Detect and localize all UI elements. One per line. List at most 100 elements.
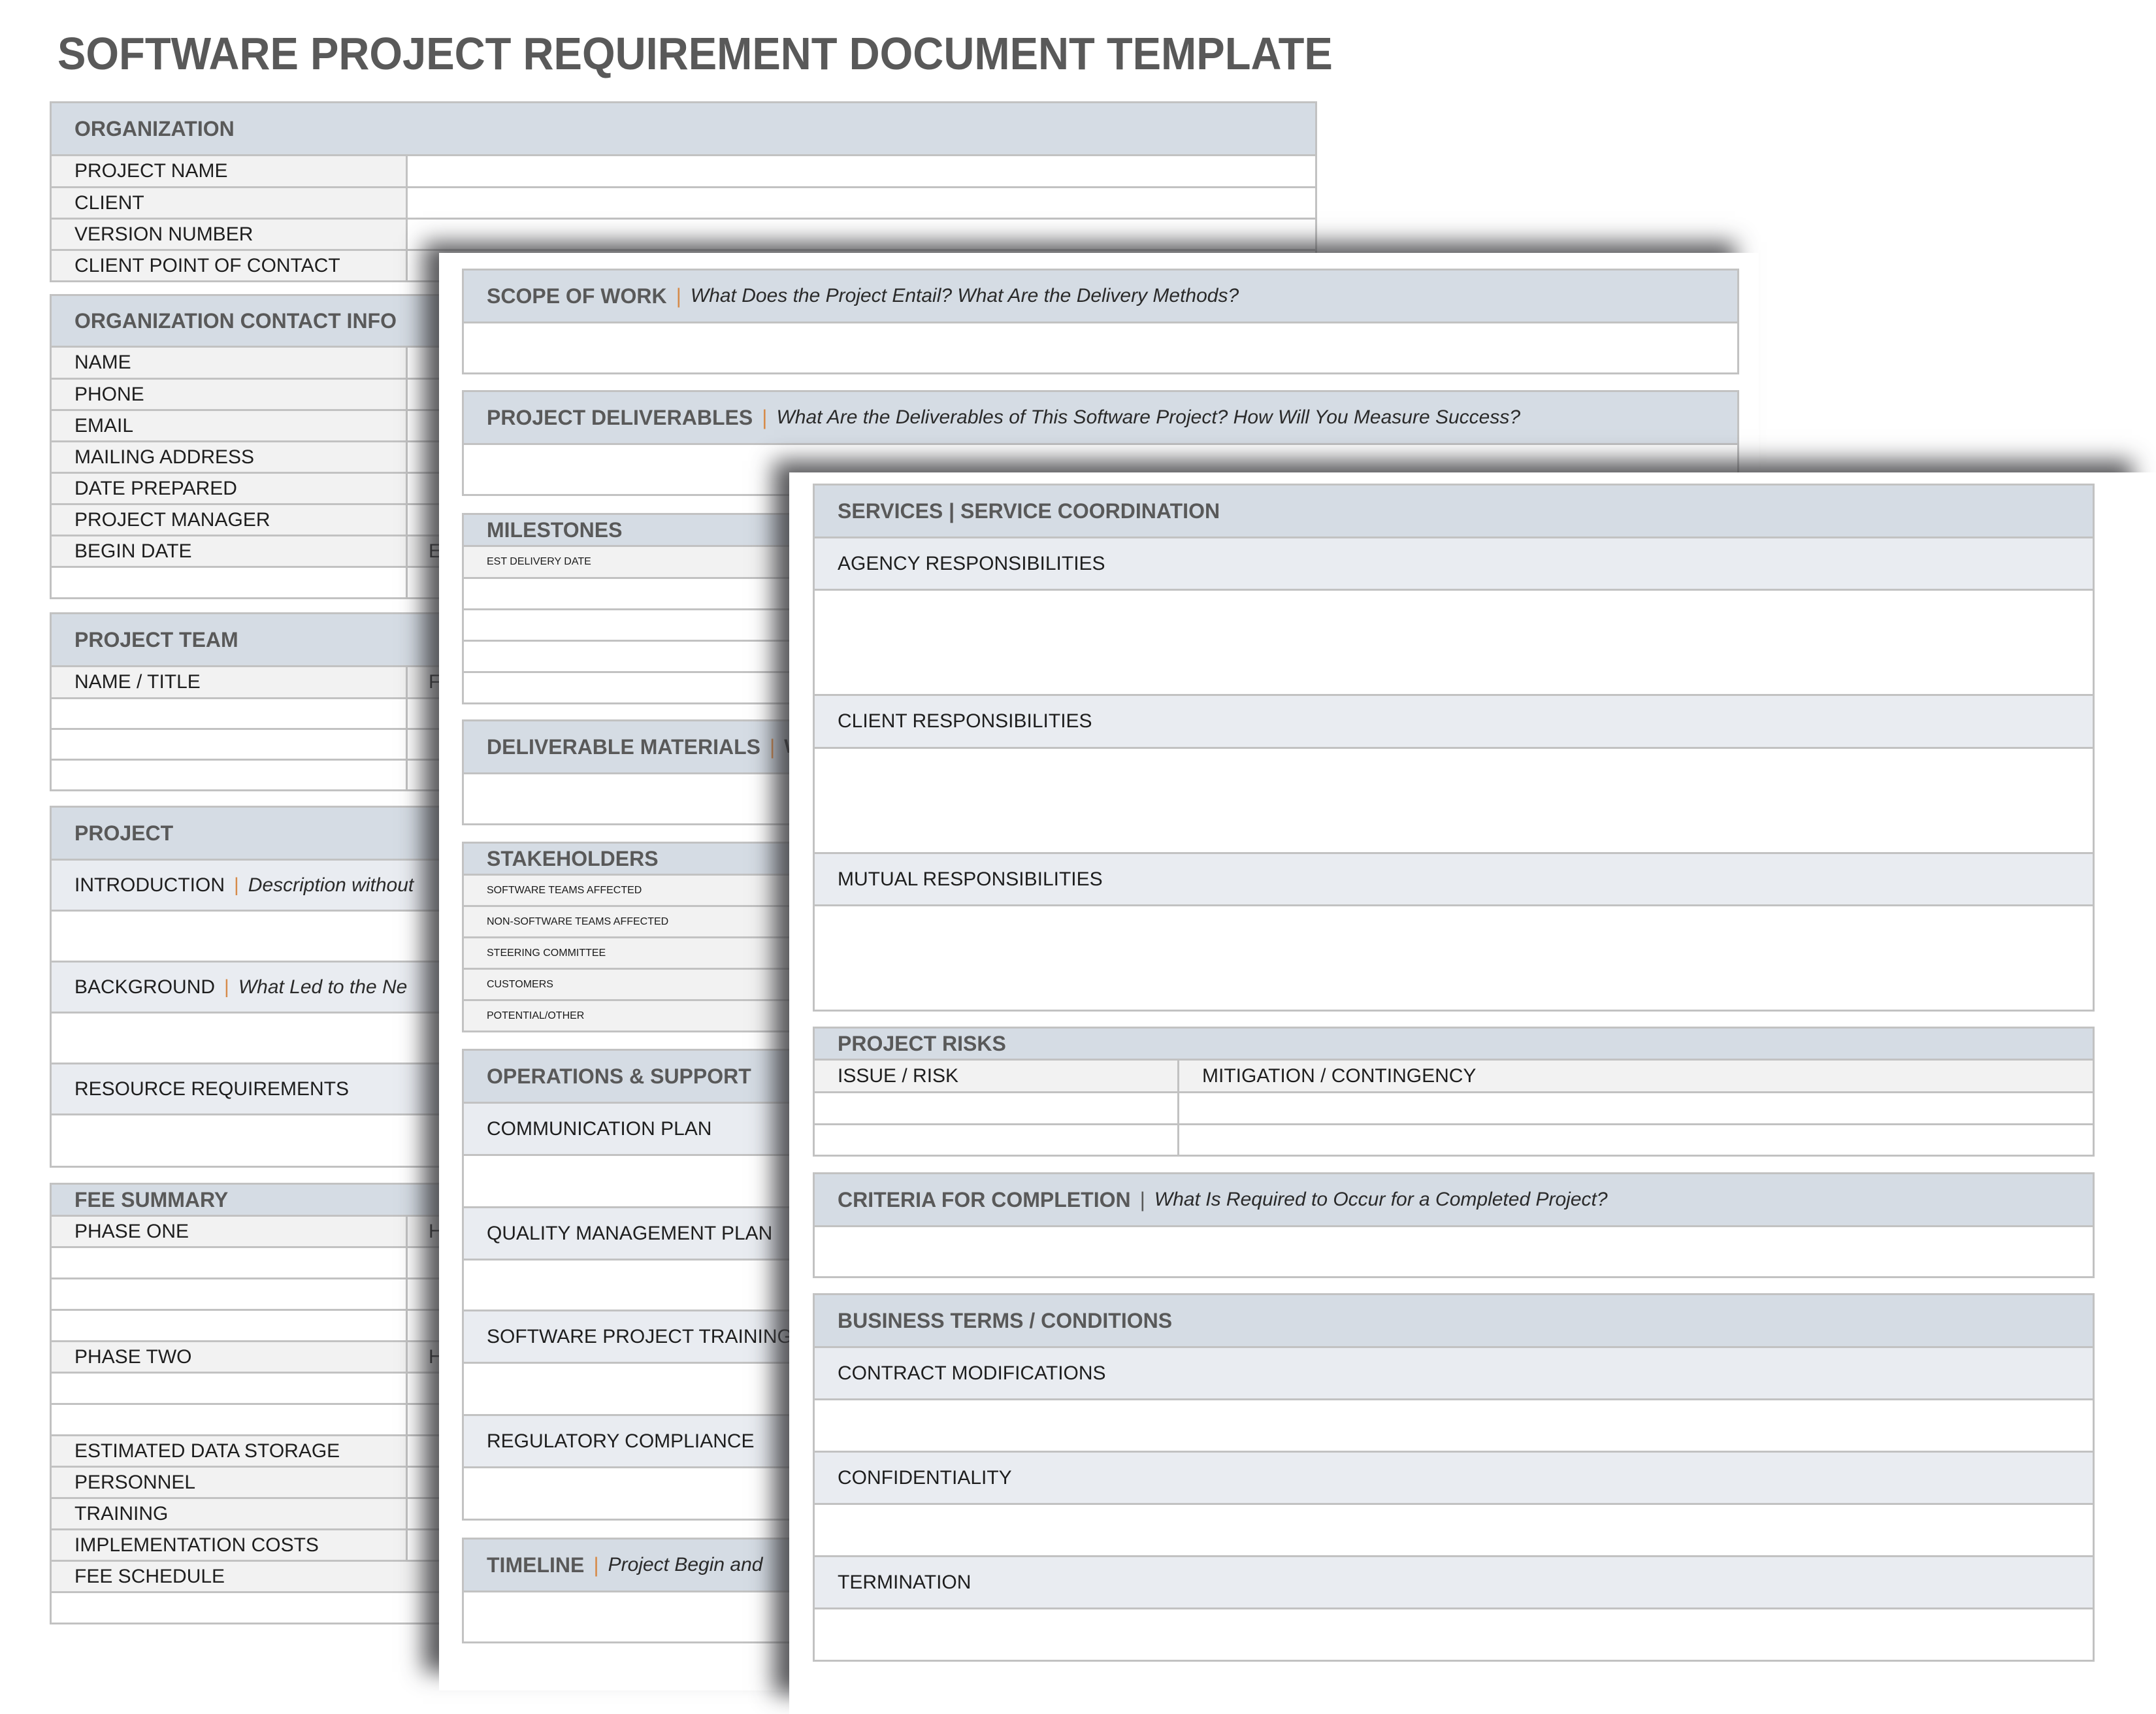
field-input[interactable] (52, 1248, 408, 1277)
section-title: ORGANIZATION CONTACT INFO (74, 308, 397, 333)
field-label: MAILING ADDRESS (74, 446, 255, 468)
field-input[interactable] (52, 568, 408, 597)
field-input[interactable] (815, 1093, 1179, 1123)
section-title: MILESTONES (487, 518, 623, 542)
column-header-row: ISSUE / RISK MITIGATION / CONTINGENCY (815, 1059, 2093, 1091)
subheader-client-responsibilities: CLIENT RESPONSIBILITIES (815, 694, 2093, 747)
field-label: NAME (74, 352, 131, 373)
text-area[interactable] (815, 1398, 2093, 1451)
subheader-agency-responsibilities: AGENCY RESPONSIBILITIES (815, 536, 2093, 589)
form-row[interactable]: CLIENT (52, 186, 1315, 218)
separator: | (762, 405, 768, 429)
hint-text: What Led to the Ne (238, 976, 408, 998)
field-label: VERSION NUMBER (52, 220, 408, 249)
subheader-contract-modifications: CONTRACT MODIFICATIONS (815, 1346, 2093, 1398)
section-title: PROJECT DELIVERABLES (487, 405, 753, 429)
text-area[interactable] (815, 747, 2093, 852)
hint-text: Description without (248, 874, 414, 896)
separator: | (593, 1553, 599, 1577)
document-title: SOFTWARE PROJECT REQUIREMENT DOCUMENT TE… (57, 28, 1333, 79)
field-label: NON-SOFTWARE TEAMS AFFECTED (487, 915, 669, 927)
text-area[interactable] (464, 321, 1737, 372)
section-title: DELIVERABLE MATERIALS (487, 734, 760, 759)
form-row[interactable]: PROJECT NAME (52, 154, 1315, 186)
section-title: ORGANIZATION (74, 116, 235, 140)
field-input[interactable] (52, 1405, 408, 1434)
field-input[interactable] (1179, 1093, 2093, 1123)
field-input[interactable] (1179, 1125, 2093, 1155)
field-label: EMAIL (74, 414, 134, 437)
field-label: PHASE TWO (74, 1345, 192, 1368)
field-label: PHONE (74, 383, 144, 405)
section-title: SCOPE OF WORK (487, 284, 667, 308)
section-title: FEE SUMMARY (74, 1187, 229, 1211)
text-area[interactable] (815, 1607, 2093, 1660)
risk-row[interactable] (815, 1091, 2093, 1123)
text-area[interactable] (815, 904, 2093, 1010)
section-title: BUSINESS TERMS / CONDITIONS (838, 1308, 1173, 1332)
project-risks-section: PROJECT RISKS ISSUE / RISK MITIGATION / … (813, 1027, 2095, 1157)
field-input[interactable] (408, 188, 1315, 218)
field-label: PHASE ONE (74, 1220, 189, 1242)
field-label: SOFTWARE TEAMS AFFECTED (487, 884, 642, 896)
column-label: NAME / TITLE (74, 671, 201, 693)
field-label: POTENTIAL/OTHER (487, 1010, 585, 1021)
criteria-for-completion-section: CRITERIA FOR COMPLETION | What Is Required… (813, 1172, 2095, 1278)
field-label: BEGIN DATE (74, 540, 192, 562)
section-title: CRITERIA FOR COMPLETION (838, 1187, 1131, 1211)
section-title: STAKEHOLDERS (487, 846, 659, 870)
section-header: BUSINESS TERMS / CONDITIONS (815, 1295, 2093, 1346)
column-label: EST DELIVERY DATE (487, 556, 591, 567)
separator: | (769, 734, 776, 759)
services-section: SERVICES | SERVICE COORDINATION AGENCY R… (813, 484, 2095, 1012)
field-input[interactable] (408, 156, 1315, 186)
column-issue-risk: ISSUE / RISK (815, 1061, 1179, 1091)
separator: | (1139, 1187, 1145, 1211)
section-title: SERVICES | SERVICE COORDINATION (838, 499, 1220, 523)
scope-of-work-section: SCOPE OF WORK | What Does the Project Enta… (462, 269, 1739, 374)
field-label: ESTIMATED DATA STORAGE (74, 1440, 340, 1462)
column-mitigation: MITIGATION / CONTINGENCY (1202, 1064, 1477, 1087)
section-header: SCOPE OF WORK | What Does the Project Enta… (464, 271, 1737, 321)
section-header: CRITERIA FOR COMPLETION | What Is Required… (815, 1174, 2093, 1225)
field-label: PERSONNEL (74, 1471, 196, 1493)
field-input[interactable] (52, 699, 408, 728)
field-input[interactable] (52, 1279, 408, 1309)
hint-text: What Is Required to Occur for a Complete… (1154, 1189, 1608, 1210)
field-label: STEERING COMMITTEE (487, 947, 606, 959)
form-row[interactable]: VERSION NUMBER (52, 218, 1315, 249)
field-input[interactable] (52, 761, 408, 789)
subheader-termination: TERMINATION (815, 1555, 2093, 1607)
field-label: PROJECT NAME (52, 156, 408, 186)
page-3: SERVICES | SERVICE COORDINATION AGENCY R… (789, 472, 2156, 1714)
text-area[interactable] (815, 1225, 2093, 1276)
text-area[interactable] (815, 589, 2093, 694)
section-header: SERVICES | SERVICE COORDINATION (815, 486, 2093, 536)
section-header: ORGANIZATION (52, 103, 1315, 154)
text-area[interactable] (815, 1503, 2093, 1555)
hint-text: What Are the Deliverables of This Softwa… (776, 406, 1521, 428)
field-input[interactable] (408, 220, 1315, 249)
separator: | (233, 874, 239, 896)
field-input[interactable] (52, 1374, 408, 1403)
risk-row[interactable] (815, 1123, 2093, 1155)
section-header: PROJECT RISKS (815, 1029, 2093, 1059)
field-input[interactable] (815, 1125, 1179, 1155)
field-label: DATE PREPARED (74, 477, 237, 499)
field-input[interactable] (52, 730, 408, 759)
business-terms-section: BUSINESS TERMS / CONDITIONS CONTRACT MOD… (813, 1293, 2095, 1662)
field-label: TRAINING (74, 1502, 169, 1524)
field-label: CLIENT (52, 188, 408, 218)
subheader-confidentiality: CONFIDENTIALITY (815, 1451, 2093, 1503)
section-title: PROJECT RISKS (838, 1031, 1006, 1055)
section-title: OPERATIONS & SUPPORT (487, 1064, 751, 1088)
field-input[interactable] (52, 1311, 408, 1340)
field-label: FEE SCHEDULE (74, 1565, 225, 1587)
section-header: PROJECT DELIVERABLES | What Are the Delive… (464, 392, 1737, 443)
section-title: PROJECT (74, 821, 174, 845)
section-title: TIMELINE (487, 1553, 585, 1577)
hint-text: Project Begin and (608, 1554, 763, 1575)
separator: | (224, 976, 229, 998)
field-label: PROJECT MANAGER (74, 508, 270, 531)
field-label: CLIENT POINT OF CONTACT (52, 251, 408, 280)
